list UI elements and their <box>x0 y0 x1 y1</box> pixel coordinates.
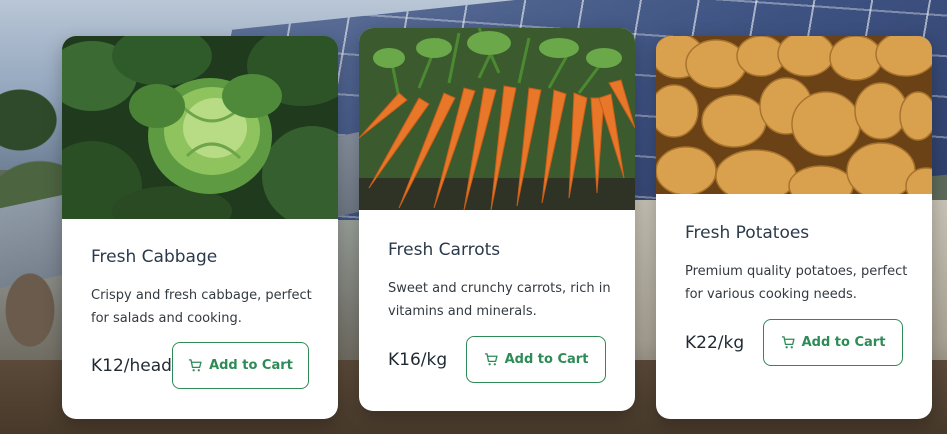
add-to-cart-label: Add to Cart <box>801 335 886 350</box>
card-body: Fresh Cabbage Crispy and fresh cabbage, … <box>62 247 338 389</box>
product-price: K12/head <box>91 355 172 376</box>
add-to-cart-button[interactable]: Add to Cart <box>763 319 903 366</box>
product-price: K16/kg <box>388 349 448 370</box>
product-description: Sweet and crunchy carrots, rich in vitam… <box>388 281 611 319</box>
product-description: Crispy and fresh cabbage, perfect for sa… <box>91 288 312 326</box>
carrots-photo <box>359 28 635 210</box>
card-footer: K12/head Add to Cart <box>91 342 309 389</box>
card-body: Fresh Carrots Sweet and crunchy carrots,… <box>359 240 635 383</box>
card-body: Fresh Potatoes Premium quality potatoes,… <box>656 223 932 366</box>
shopping-cart-icon <box>781 336 795 349</box>
add-to-cart-button[interactable]: Add to Cart <box>171 342 309 389</box>
product-card-cabbage: Fresh Cabbage Crispy and fresh cabbage, … <box>62 36 338 419</box>
product-title: Fresh Carrots <box>388 240 501 260</box>
add-to-cart-button[interactable]: Add to Cart <box>466 336 606 383</box>
product-card-carrots: Fresh Carrots Sweet and crunchy carrots,… <box>359 28 635 411</box>
product-description: Premium quality potatoes, perfect for va… <box>685 264 908 302</box>
product-price: K22/kg <box>685 332 745 353</box>
product-title: Fresh Cabbage <box>91 247 218 267</box>
add-to-cart-label: Add to Cart <box>209 358 293 373</box>
card-footer: K16/kg Add to Cart <box>388 336 606 383</box>
product-card-potatoes: Fresh Potatoes Premium quality potatoes,… <box>656 36 932 419</box>
shopping-cart-icon <box>189 359 202 372</box>
cabbage-photo <box>62 36 338 219</box>
product-title: Fresh Potatoes <box>685 223 810 243</box>
card-footer: K22/kg Add to Cart <box>685 319 903 366</box>
potatoes-photo <box>656 36 932 194</box>
add-to-cart-label: Add to Cart <box>504 352 589 367</box>
shopping-cart-icon <box>484 353 498 366</box>
background-rubble <box>0 250 70 370</box>
